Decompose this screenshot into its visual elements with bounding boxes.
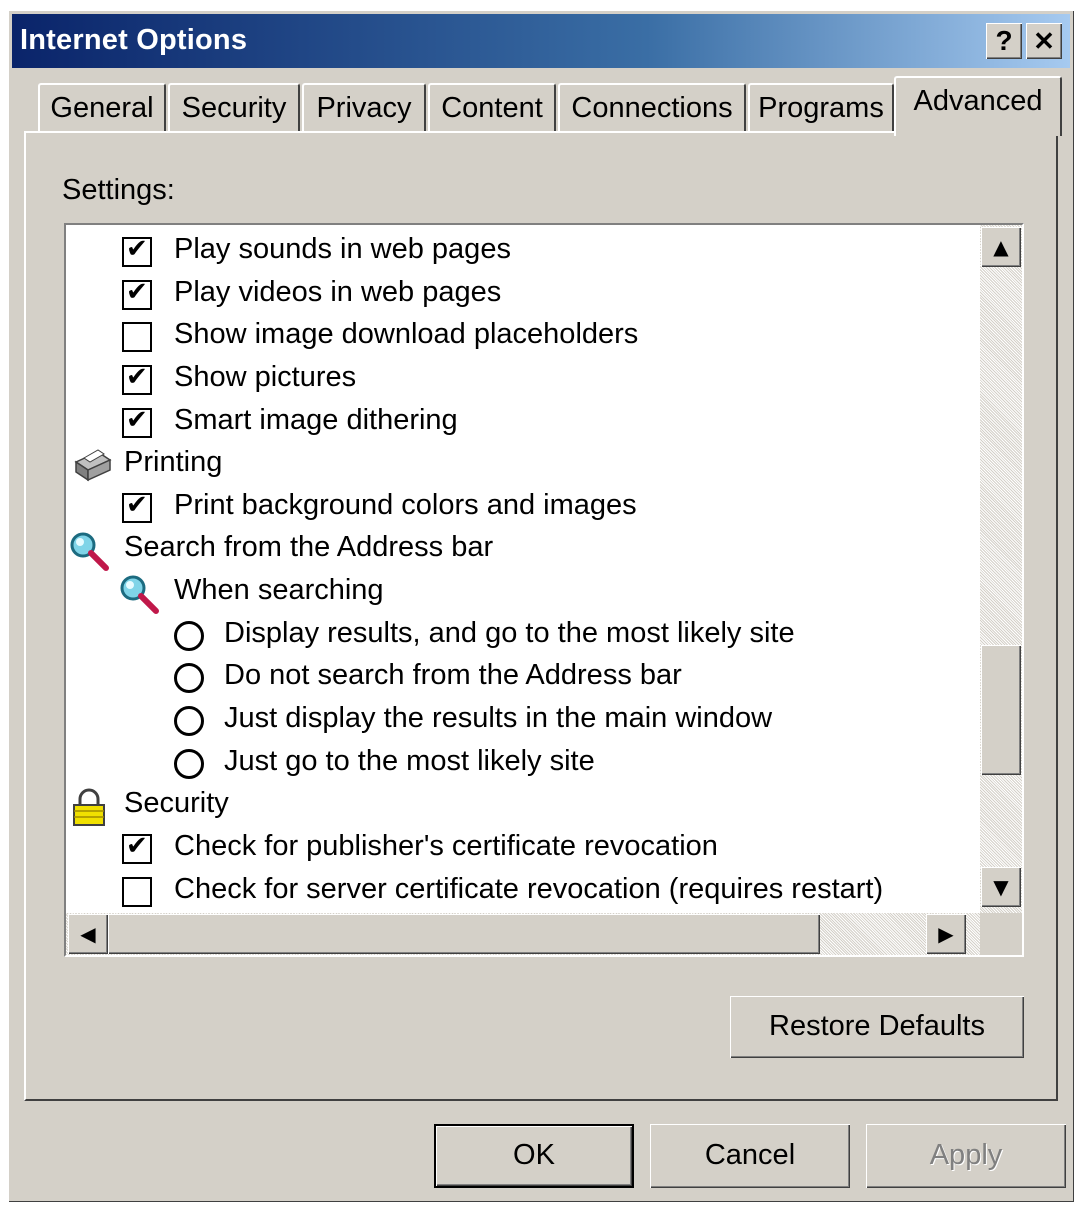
magnifier-icon bbox=[120, 575, 159, 614]
close-button[interactable]: ✕ bbox=[1026, 23, 1062, 59]
cancel-label: Cancel bbox=[704, 1139, 796, 1171]
apply-button[interactable]: Apply bbox=[866, 1124, 1066, 1188]
item-label: Show image download placeholders bbox=[174, 318, 639, 350]
vertical-scrollbar[interactable]: ▲ ▼ bbox=[980, 225, 1022, 915]
checkbox[interactable] bbox=[122, 831, 152, 864]
item-label: Print background colors and images bbox=[174, 489, 637, 521]
ok-label: OK bbox=[513, 1139, 555, 1171]
checkbox[interactable] bbox=[122, 277, 152, 310]
scroll-left-button[interactable]: ◀ bbox=[68, 914, 108, 954]
tab-security[interactable]: Security bbox=[168, 83, 300, 131]
lock-icon bbox=[73, 788, 105, 826]
item-label: Smart image dithering bbox=[174, 404, 458, 436]
settings-tree[interactable]: Play sounds in web pages Play videos in … bbox=[64, 223, 1024, 957]
category-label: Search from the Address bar bbox=[124, 531, 494, 563]
radio-button[interactable] bbox=[174, 706, 204, 736]
checkbox[interactable] bbox=[122, 405, 152, 438]
category-label: Printing bbox=[124, 446, 223, 478]
scroll-down-button[interactable]: ▼ bbox=[981, 867, 1021, 907]
checkbox[interactable] bbox=[122, 490, 152, 523]
horizontal-scroll-thumb[interactable] bbox=[108, 914, 820, 954]
checkbox[interactable] bbox=[122, 877, 152, 907]
apply-label: Apply bbox=[929, 1139, 1003, 1171]
tab-advanced[interactable]: Advanced bbox=[894, 76, 1062, 136]
radio-button[interactable] bbox=[174, 749, 204, 779]
item-label: Check for server certificate revocation … bbox=[174, 873, 884, 905]
checkbox[interactable] bbox=[122, 234, 152, 267]
cancel-button[interactable]: Cancel bbox=[650, 1124, 850, 1188]
restore-defaults-button[interactable]: Restore Defaults bbox=[730, 996, 1024, 1058]
printer-icon bbox=[74, 449, 112, 482]
tab-programs[interactable]: Programs bbox=[748, 83, 894, 131]
title-bar[interactable]: Internet Options ? ✕ bbox=[12, 14, 1070, 68]
radio-button[interactable] bbox=[174, 621, 204, 651]
tab-content[interactable]: Content bbox=[428, 83, 556, 131]
checkbox[interactable] bbox=[122, 362, 152, 395]
settings-label: Settings: bbox=[62, 174, 175, 206]
scroll-right-button[interactable]: ▶ bbox=[926, 914, 966, 954]
item-label: Show pictures bbox=[174, 361, 357, 393]
scroll-up-button[interactable]: ▲ bbox=[981, 227, 1021, 267]
scroll-corner bbox=[980, 913, 1022, 955]
tab-connections[interactable]: Connections bbox=[558, 83, 746, 131]
item-label: Just display the results in the main win… bbox=[224, 702, 773, 734]
checkbox[interactable] bbox=[122, 322, 152, 352]
item-label: Play videos in web pages bbox=[174, 276, 502, 308]
restore-defaults-label: Restore Defaults bbox=[769, 1010, 985, 1042]
item-label: Do not search from the Address bar bbox=[224, 659, 682, 691]
item-label: Display results, and go to the most like… bbox=[224, 617, 795, 649]
window-title: Internet Options bbox=[20, 24, 248, 56]
vertical-scroll-thumb[interactable] bbox=[981, 645, 1021, 775]
category-label: Security bbox=[124, 787, 229, 819]
tab-general[interactable]: General bbox=[38, 83, 166, 131]
subcategory-label: When searching bbox=[174, 574, 384, 606]
tab-privacy[interactable]: Privacy bbox=[302, 83, 426, 131]
horizontal-scrollbar[interactable]: ◀ ▶ bbox=[66, 913, 980, 955]
item-label: Check for publisher's certificate revoca… bbox=[174, 830, 718, 862]
item-label: Just go to the most likely site bbox=[224, 745, 595, 777]
item-label: Play sounds in web pages bbox=[174, 233, 511, 265]
radio-button[interactable] bbox=[174, 663, 204, 693]
magnifier-icon bbox=[70, 532, 109, 571]
ok-button[interactable]: OK bbox=[434, 1124, 634, 1188]
help-button[interactable]: ? bbox=[986, 23, 1022, 59]
